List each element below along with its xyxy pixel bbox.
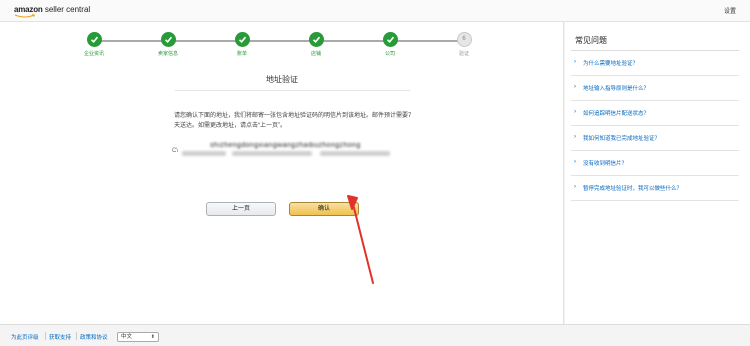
address-text: shizhengdongxiangwangzhaibuzhongzhong [210,142,361,149]
checkmark-icon [308,32,324,47]
policies-link[interactable]: 政策和协议 [80,333,108,341]
faq-link[interactable]: 没有收到明信片？ [583,159,627,167]
faq-item[interactable]: › 地址输入指导原则是什么？ [571,76,739,101]
chevron-right-icon: › [574,159,576,165]
redaction-block [232,151,312,156]
step-4: 店铺 [294,32,338,57]
page-title: 地址验证 [266,75,298,84]
faq-link[interactable]: 为什么需要地址验证？ [583,59,638,67]
chevron-right-icon: › [574,84,576,90]
footer: 为此页评级 获取支持 政策和协议 中文 ⬍ [0,324,750,346]
address-prefix: C\ [172,148,178,154]
step-3: 账单 [220,32,264,57]
footer-separator [45,332,46,340]
step-label: 卖家信息 [157,51,178,57]
chevron-updown-icon: ⬍ [150,334,155,340]
main-content: 企业资讯 卖家信息 账单 店铺 公司 6 验证 地址验证 请您确认下面的地址，我… [0,22,564,324]
faq-item[interactable]: › 暂停完成地址验证时，我可以做些什么？ [571,176,739,201]
chevron-right-icon: › [574,59,576,65]
faq-item[interactable]: › 如何追踪明信片配送状态？ [571,101,739,126]
faq-sidebar: 常见问题 › 为什么需要地址验证？ › 地址输入指导原则是什么？ › 如何追踪明… [565,22,750,324]
top-bar: amazon seller central 设置 [0,0,750,22]
get-support-link[interactable]: 获取支持 [49,333,71,341]
faq-link[interactable]: 地址输入指导原则是什么？ [583,84,649,92]
step-number: 6 [462,36,466,42]
language-select[interactable]: 中文 ⬍ [117,332,159,342]
step-label: 店铺 [310,51,321,57]
redaction-block [320,151,390,156]
previous-page-button[interactable]: 上一页 [206,202,276,216]
faq-link[interactable]: 我如何知道我已完成地址验证？ [583,134,660,142]
step-2: 卖家信息 [146,32,190,57]
step-label: 账单 [236,51,247,57]
settings-link[interactable]: 设置 [724,6,736,15]
faq-item[interactable]: › 没有收到明信片？ [571,151,739,176]
chevron-right-icon: › [574,184,576,190]
progress-stepper: 企业资讯 卖家信息 账单 店铺 公司 6 验证 [0,32,564,62]
address-confirm-message: 请您确认下面的地址，我们将邮寄一张包含地址验证码的明信片到该地址。邮件预计需要7… [174,113,412,129]
step-1: 企业资讯 [72,32,116,57]
faq-link[interactable]: 暂停完成地址验证时，我可以做些什么？ [583,184,682,192]
faq-link[interactable]: 如何追踪明信片配送状态？ [583,109,649,117]
step-label: 验证 [458,51,469,57]
checkmark-icon [382,32,398,47]
chevron-right-icon: › [574,109,576,115]
faq-title: 常见问题 [575,36,607,45]
confirm-button[interactable]: 确认 [289,202,359,216]
step-6: 6 验证 [442,32,486,57]
faq-item[interactable]: › 我如何知道我已完成地址验证？ [571,126,739,151]
checkmark-icon [160,32,176,47]
step-label: 企业资讯 [83,51,104,57]
step-5: 公司 [368,32,412,57]
chevron-right-icon: › [574,134,576,140]
redaction-block [182,151,226,156]
amazon-smile-icon [14,14,36,18]
checkmark-icon [86,32,102,47]
faq-item[interactable]: › 为什么需要地址验证？ [571,51,739,76]
title-divider [175,90,410,91]
blurred-address: C\ shizhengdongxiangwangzhaibuzhongzhong [172,142,402,156]
rate-page-link[interactable]: 为此页评级 [11,333,39,341]
footer-separator [76,332,77,340]
checkmark-icon [234,32,250,47]
step-label: 公司 [384,51,395,57]
step-number-circle: 6 [456,32,472,47]
language-value: 中文 [121,334,133,340]
